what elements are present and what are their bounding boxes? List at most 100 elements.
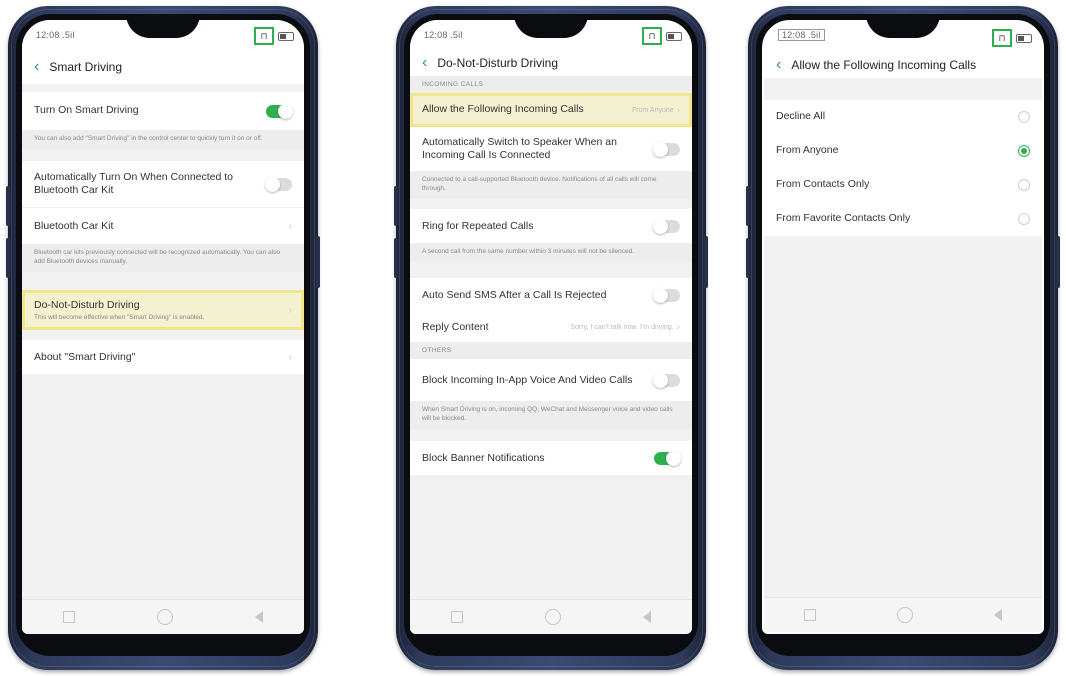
row-label: Bluetooth Car Kit [34,219,114,232]
phone-do-not-disturb-driving: 12:08 .5il ⊓ ‹ Do-Not-Disturb Driving IN… [394,6,708,670]
turn-on-smart-driving-row[interactable]: Turn On Smart Driving [22,92,304,130]
do-not-disturb-driving-row[interactable]: Do-Not-Disturb Driving This will become … [22,290,304,331]
car-mode-icon: ⊓ [642,27,662,45]
volume-button [6,186,10,226]
row-label: About "Smart Driving" [34,350,136,363]
phone-smart-driving: 12:08 .5il ⊓ ‹ Smart Driving Turn On Sma… [6,6,320,670]
screen: 12:08 .5il ⊓ ‹ Smart Driving Turn On Sma… [22,20,304,634]
volume-button [394,238,398,278]
smart-driving-toggle[interactable] [266,103,293,119]
option-from-favorite-contacts-only[interactable]: From Favorite Contacts Only [764,202,1042,236]
allow-incoming-calls-row[interactable]: Allow the Following Incoming Calls From … [410,93,692,127]
screen: 12:08 .5il ⊓ ‹ Allow the Following Incom… [762,20,1044,634]
row-sublabel: This will become effective when "Smart D… [34,313,205,321]
title-bar: ‹ Do-Not-Disturb Driving [410,50,692,76]
back-icon[interactable] [993,609,1002,621]
option-label: From Contacts Only [776,178,870,191]
row-label: Turn On Smart Driving [34,104,139,117]
navigation-bar [410,599,692,634]
block-banner-toggle[interactable] [654,450,681,466]
row-description: A second call from the same number withi… [410,243,692,263]
bluetooth-car-kit-row[interactable]: Bluetooth Car Kit › [22,207,304,245]
row-description: You can also add "Smart Driving" in the … [22,130,304,150]
phone-allow-incoming-calls: 12:08 .5il ⊓ ‹ Allow the Following Incom… [746,6,1060,670]
chevron-right-icon: › [676,321,680,333]
volume-button [6,238,10,278]
bezel: 12:08 .5il ⊓ ‹ Smart Driving Turn On Sma… [16,14,310,656]
option-label: From Favorite Contacts Only [776,212,911,225]
volume-button [746,238,750,278]
power-button [704,236,708,288]
block-in-app-calls-row[interactable]: Block Incoming In-App Voice And Video Ca… [410,359,692,402]
volume-button [394,186,398,226]
page-title: Do-Not-Disturb Driving [437,56,559,70]
back-arrow-icon[interactable]: ‹ [422,55,427,71]
row-label: Block Banner Notifications [422,451,545,464]
recents-icon[interactable] [804,609,817,621]
battery-icon [278,31,294,41]
title-bar: ‹ Allow the Following Incoming Calls [764,52,1042,78]
chevron-right-icon: › [288,220,292,232]
navigation-bar [22,599,304,634]
about-smart-driving-row[interactable]: About "Smart Driving" › [22,340,304,375]
auto-turn-on-toggle[interactable] [265,176,292,192]
navigation-bar [764,597,1042,632]
row-label: Do-Not-Disturb Driving [34,298,140,311]
row-description: Bluetooth car kits previously connected … [22,244,304,273]
back-icon[interactable] [255,611,263,623]
battery-icon [1016,33,1032,43]
row-description: Connected to a call-supported Bluetooth … [410,171,692,200]
section-header-incoming-calls: INCOMING CALLS [410,76,692,93]
status-time: 12:08 .5il [778,29,825,41]
option-from-contacts-only[interactable]: From Contacts Only [764,168,1042,202]
volume-button [746,186,750,226]
reply-content-row[interactable]: Reply Content Sorry, I can't talk now. I… [410,312,692,343]
bezel: 12:08 .5il ⊓ ‹ Do-Not-Disturb Driving IN… [404,14,698,656]
bezel: 12:08 .5il ⊓ ‹ Allow the Following Incom… [756,14,1050,656]
car-mode-icon: ⊓ [254,27,274,45]
battery-icon [666,31,682,41]
recents-icon[interactable] [451,611,463,623]
option-label: From Anyone [776,144,839,157]
back-icon[interactable] [643,611,651,623]
ring-repeated-calls-row[interactable]: Ring for Repeated Calls [410,209,692,244]
radio-button[interactable] [1018,179,1030,191]
row-label: Ring for Repeated Calls [422,219,534,232]
option-decline-all[interactable]: Decline All [764,100,1042,134]
section-header-others: OTHERS [410,342,692,360]
home-icon[interactable] [157,609,173,625]
row-value: From Anyone [632,106,674,114]
auto-turn-on-bluetooth-row[interactable]: Automatically Turn On When Connected to … [22,161,304,208]
auto-speaker-toggle[interactable] [653,141,680,157]
option-from-anyone[interactable]: From Anyone [764,134,1042,168]
ring-repeated-toggle[interactable] [653,218,680,234]
block-in-app-calls-toggle[interactable] [653,372,680,388]
page-title: Smart Driving [49,60,123,74]
row-label: Automatically Turn On When Connected to … [34,170,234,197]
option-label: Decline All [776,110,826,123]
auto-send-sms-row[interactable]: Auto Send SMS After a Call Is Rejected [410,278,692,313]
screen: 12:08 .5il ⊓ ‹ Do-Not-Disturb Driving IN… [410,20,692,634]
chevron-right-icon: › [288,351,292,363]
block-banner-notifications-row[interactable]: Block Banner Notifications [410,441,692,476]
row-value: Sorry, I can't talk now. I'm driving. [570,323,674,331]
home-icon[interactable] [896,607,913,623]
radio-button[interactable] [1018,111,1030,123]
back-arrow-icon[interactable]: ‹ [34,59,39,75]
status-time: 12:08 .5il [424,30,463,40]
home-icon[interactable] [545,609,561,625]
recents-icon[interactable] [63,611,75,623]
auto-send-sms-toggle[interactable] [653,287,680,303]
status-time: 12:08 .5il [36,30,75,40]
row-label: Allow the Following Incoming Calls [422,103,584,116]
chevron-right-icon: › [288,304,292,316]
row-label: Auto Send SMS After a Call Is Rejected [422,288,607,301]
back-arrow-icon[interactable]: ‹ [776,57,781,73]
car-mode-icon: ⊓ [992,29,1012,47]
radio-button-selected[interactable] [1018,145,1030,157]
radio-button[interactable] [1018,213,1030,225]
power-button [1056,236,1060,288]
row-label: Block Incoming In-App Voice And Video Ca… [422,373,633,386]
auto-speaker-row[interactable]: Automatically Switch to Speaker When an … [410,127,692,171]
power-button [316,236,320,288]
